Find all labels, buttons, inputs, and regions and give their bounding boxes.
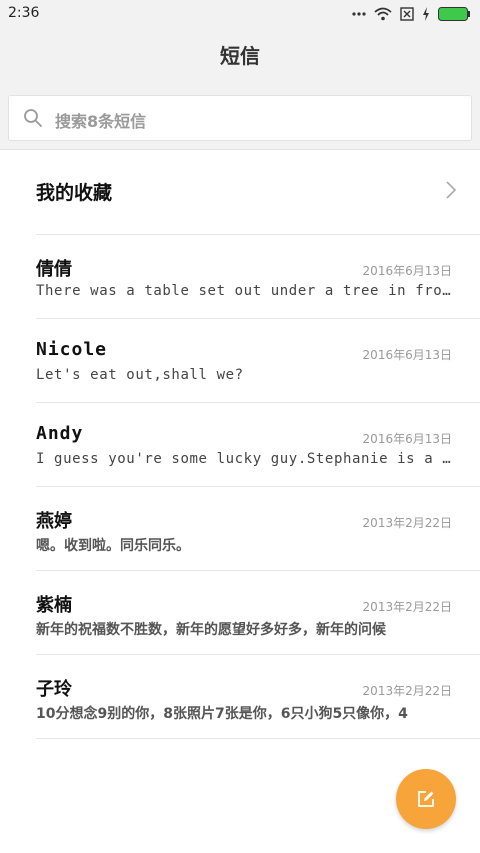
contact-name: 子玲: [36, 679, 72, 700]
message-date: 2013年2月22日: [362, 684, 452, 698]
contact-name: 燕婷: [36, 511, 72, 532]
dots-icon: [352, 11, 366, 17]
message-date: 2013年2月22日: [362, 600, 452, 614]
message-preview: 嗯。收到啦。同乐同乐。: [36, 538, 190, 554]
charging-icon: [422, 7, 430, 21]
message-date: 2016年6月13日: [362, 264, 452, 278]
message-preview: Let's eat out,shall we?: [36, 367, 244, 383]
list-item[interactable]: Andy 2016年6月13日 I guess you're some luck…: [0, 403, 480, 487]
contact-name: 紫楠: [36, 595, 72, 616]
contact-name: Nicole: [36, 339, 108, 360]
message-date: 2016年6月13日: [362, 432, 452, 446]
status-icons: [352, 5, 470, 23]
message-date: 2016年6月13日: [362, 348, 452, 362]
wifi-icon: [374, 7, 392, 21]
battery-icon: [438, 7, 470, 21]
list-item[interactable]: Nicole 2016年6月13日 Let's eat out,shall we…: [0, 319, 480, 403]
search-icon: [23, 108, 43, 132]
list-item[interactable]: 子玲 2013年2月22日 10分想念9别的你，8张照片7张是你，6只小狗5只像…: [0, 655, 480, 739]
favorites-row[interactable]: 我的收藏: [0, 150, 480, 234]
message-date: 2013年2月22日: [362, 516, 452, 530]
contact-name: 倩倩: [36, 259, 72, 280]
message-preview: I guess you're some lucky guy.Stephanie …: [36, 451, 454, 467]
favorites-label: 我的收藏: [36, 182, 113, 204]
list-item[interactable]: 紫楠 2013年2月22日 新年的祝福数不胜数，新年的愿望好多好多，新年的问候: [0, 571, 480, 655]
list-item[interactable]: 燕婷 2013年2月22日 嗯。收到啦。同乐同乐。: [0, 487, 480, 571]
title-bar: 短信: [0, 28, 480, 86]
divider: [36, 738, 480, 739]
status-time: 2:36: [8, 5, 40, 21]
sim-off-icon: [400, 7, 414, 21]
list-item[interactable]: 倩倩 2016年6月13日 There was a table set out …: [0, 235, 480, 319]
search-input[interactable]: 搜索8条短信: [8, 95, 472, 141]
search-placeholder: 搜索8条短信: [55, 112, 147, 131]
page-title: 短信: [220, 44, 260, 68]
contact-name: Andy: [36, 423, 84, 444]
compose-button[interactable]: [396, 769, 456, 829]
status-bar: 2:36: [0, 0, 480, 28]
message-preview: 10分想念9别的你，8张照片7张是你，6只小狗5只像你，4: [36, 706, 408, 722]
message-preview: There was a table set out under a tree i…: [36, 283, 454, 299]
message-preview: 新年的祝福数不胜数，新年的愿望好多好多，新年的问候: [36, 622, 386, 638]
search-zone: 搜索8条短信: [0, 86, 480, 150]
chevron-right-icon: [446, 181, 457, 203]
